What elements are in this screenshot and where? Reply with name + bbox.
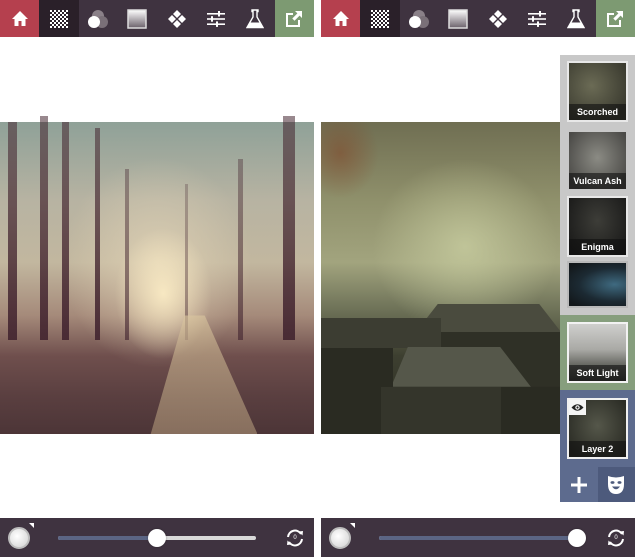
tree-trunk — [40, 115, 48, 341]
gradient-square-icon — [127, 8, 148, 29]
blend-mode-button[interactable] — [329, 527, 351, 549]
texture-label: Scorched — [569, 104, 626, 120]
plus-icon — [570, 476, 587, 493]
tree-trunk — [283, 115, 295, 341]
bottom-bar: 0 — [0, 518, 314, 557]
visibility-toggle[interactable] — [569, 400, 586, 415]
export-icon — [286, 10, 303, 27]
texture-checker-icon — [370, 9, 389, 28]
slider-fill — [58, 536, 157, 540]
texture-button[interactable] — [39, 0, 79, 37]
mask-icon — [608, 475, 625, 494]
lab-button[interactable] — [236, 0, 275, 37]
tree-trunk — [95, 128, 100, 341]
forest-photo[interactable] — [0, 115, 314, 434]
export-button[interactable] — [595, 0, 635, 37]
tree-trunk — [125, 168, 129, 341]
layer-label: Layer 2 — [569, 441, 626, 457]
sliders-icon — [527, 10, 546, 27]
eye-icon — [571, 404, 584, 411]
frames-button[interactable] — [478, 0, 517, 37]
texture-thumb-enigma[interactable]: Enigma — [567, 196, 628, 257]
opacity-slider[interactable] — [379, 529, 586, 547]
flask-icon — [567, 8, 586, 28]
bottom-bar: 0 — [321, 518, 635, 557]
blend-circles-icon — [88, 9, 109, 28]
texture-thumb-scorched[interactable]: Scorched — [567, 61, 628, 122]
corner-indicator-icon — [350, 523, 355, 528]
blend-mode-button[interactable] — [8, 527, 30, 549]
gradient-button[interactable] — [439, 0, 478, 37]
export-button[interactable] — [274, 0, 314, 37]
home-icon — [332, 11, 349, 26]
diamond-grid-icon — [167, 9, 186, 28]
texture-label: Enigma — [569, 239, 626, 255]
opacity-slider[interactable] — [58, 529, 256, 547]
tree-trunk — [238, 159, 243, 341]
frames-button[interactable] — [157, 0, 196, 37]
reset-count: 0 — [293, 535, 297, 541]
slider-fill — [379, 536, 577, 540]
texture-checker-icon — [49, 9, 68, 28]
reset-button[interactable]: 0 — [283, 526, 307, 550]
gradient-square-icon — [448, 8, 469, 29]
layer-thumb[interactable]: Layer 2 — [567, 398, 628, 459]
add-layer-button[interactable] — [560, 467, 598, 502]
left-screen: 0 — [0, 0, 314, 557]
slider-thumb[interactable] — [568, 529, 586, 547]
gradient-button[interactable] — [118, 0, 157, 37]
reset-count: 0 — [614, 535, 618, 541]
adjust-button[interactable] — [196, 0, 235, 37]
reset-button[interactable]: 0 — [604, 526, 628, 550]
layer-actions — [560, 467, 635, 502]
tree-trunk — [8, 122, 17, 341]
home-icon — [11, 11, 28, 26]
mask-button[interactable] — [597, 467, 635, 502]
lab-button[interactable] — [557, 0, 596, 37]
tree-trunk — [62, 122, 69, 341]
building — [381, 387, 501, 434]
home-button[interactable] — [321, 0, 361, 37]
blend-button[interactable] — [400, 0, 439, 37]
texture-thumb-unlabeled[interactable] — [567, 261, 628, 308]
blend-button[interactable] — [79, 0, 118, 37]
right-screen: Scorched Vulcan Ash Enigma Soft Light La… — [321, 0, 635, 557]
rooftop — [321, 318, 441, 348]
texture-thumb-vulcan-ash[interactable]: Vulcan Ash — [567, 130, 628, 191]
adjust-button[interactable] — [517, 0, 556, 37]
export-icon — [607, 10, 624, 27]
sliders-icon — [206, 10, 225, 27]
blend-circles-icon — [409, 9, 430, 28]
layer-panel: Scorched Vulcan Ash Enigma Soft Light La… — [560, 55, 635, 502]
blend-mode-label: Soft Light — [569, 365, 626, 381]
diamond-grid-icon — [488, 9, 507, 28]
flask-icon — [246, 8, 265, 28]
home-button[interactable] — [0, 0, 40, 37]
top-toolbar — [321, 0, 635, 37]
town-photo[interactable] — [321, 122, 561, 434]
blend-mode-thumb[interactable]: Soft Light — [567, 322, 628, 383]
top-toolbar — [0, 0, 314, 37]
texture-button[interactable] — [360, 0, 400, 37]
texture-label: Vulcan Ash — [569, 173, 626, 189]
corner-indicator-icon — [29, 523, 34, 528]
slider-thumb[interactable] — [148, 529, 166, 547]
